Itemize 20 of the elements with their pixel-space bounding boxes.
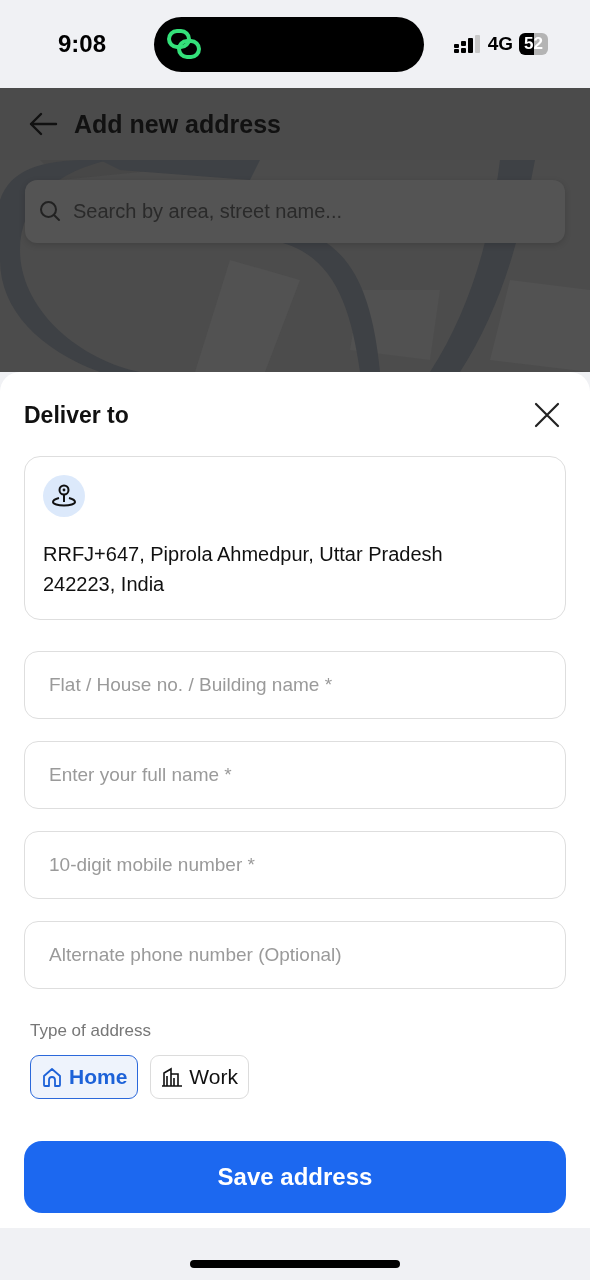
address-type-chip[interactable]: Home [30, 1055, 139, 1099]
house-icon [41, 1066, 63, 1088]
close-icon[interactable] [534, 402, 560, 428]
network-label: 4G [487, 33, 514, 55]
page-title: Add new address [74, 109, 281, 139]
signal-icon [453, 35, 482, 53]
back-arrow-icon[interactable] [28, 112, 58, 136]
sheet-title: Deliver to [24, 401, 129, 429]
save-address-button[interactable]: Save address [24, 1141, 566, 1213]
field-label: Type of address [30, 1021, 152, 1041]
input-field[interactable]: Flat / House no. / Building name * [24, 651, 566, 719]
input-field[interactable]: Enter your full name * [24, 741, 566, 809]
address-text: RRFJ+647, Piprola Ahmedpur, Uttar Pradesh 242223, India [43, 542, 444, 597]
input-field[interactable]: 10-digit mobile number * [24, 831, 566, 899]
address-type-chip[interactable]: Work [150, 1055, 249, 1099]
linked-rings-icon [166, 28, 202, 60]
building-icon [161, 1066, 184, 1088]
input-field[interactable]: Alternate phone number (Optional) [24, 921, 566, 989]
status-time: 9:08 [58, 30, 108, 58]
location-pin-icon [43, 475, 85, 517]
